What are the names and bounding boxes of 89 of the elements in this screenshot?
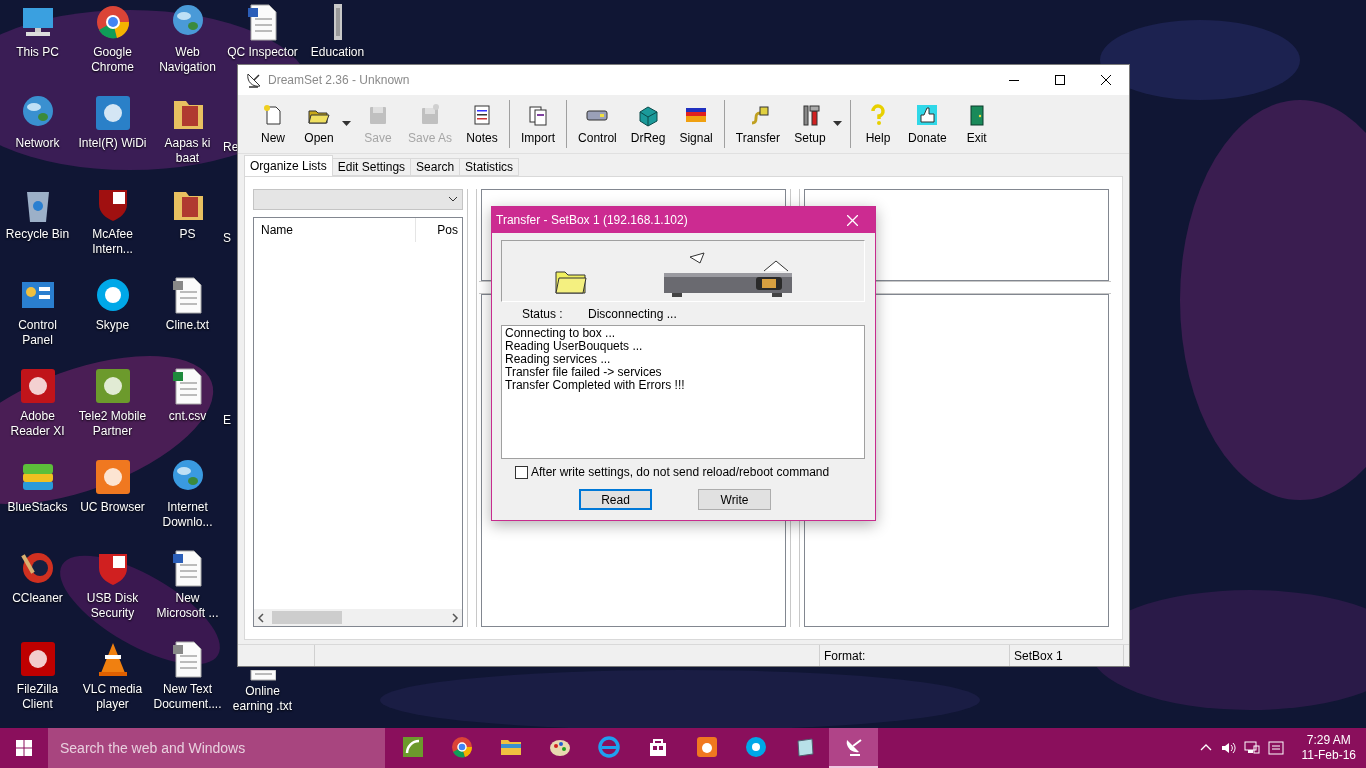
tab[interactable]: Search (410, 158, 461, 176)
icon-label: Network (14, 136, 61, 151)
dialog-title: Transfer - SetBox 1 (192.168.1.102) (496, 213, 689, 227)
toolbar-button[interactable]: DrReg (623, 99, 673, 149)
tab[interactable]: Organize Lists (244, 155, 333, 176)
log-line: Reading UserBouquets ... (505, 340, 644, 353)
icon-label: Aapas ki baat (163, 136, 212, 166)
log-line: Connecting to box ... (505, 327, 617, 340)
close-icon (846, 214, 858, 226)
toolbar-button[interactable]: Setup (787, 99, 833, 149)
status-value: Disconnecting ... (588, 307, 677, 323)
clock-date[interactable]: 11-Feb-16 (1301, 748, 1356, 763)
icon-label: USB Disk Security (85, 591, 140, 621)
icon-label: This PC (15, 45, 60, 60)
volume-button[interactable] (1219, 740, 1236, 756)
app-icon[interactable] (743, 735, 768, 759)
document-icon[interactable] (249, 670, 276, 681)
checkbox[interactable] (515, 465, 528, 479)
tab[interactable]: Edit Settings (331, 158, 412, 176)
checkbox-label: After write settings, do not send reload/reboot command (531, 465, 830, 479)
icon-label: Re (223, 140, 239, 155)
icon-label: Online earning .txt (231, 684, 294, 714)
caret-icon[interactable] (342, 121, 351, 127)
dialog-button[interactable]: Read (579, 489, 652, 510)
dialog-button[interactable]: Write (698, 489, 771, 510)
icon-label: Recycle Bin (4, 227, 71, 242)
maximize-icon (1055, 75, 1065, 85)
column-header[interactable]: Pos (416, 218, 462, 242)
app-icon[interactable] (400, 735, 425, 759)
icon-label: Intel(R) WiDi (77, 136, 148, 151)
log-line: Reading services ... (505, 353, 611, 366)
status-text: SetBox 1 (1014, 648, 1063, 663)
chevron-down-icon (448, 196, 458, 203)
toolbar-button[interactable]: Open (296, 99, 342, 149)
icon-label: VLC media player (81, 682, 144, 712)
icon-label: UC Browser (79, 500, 146, 515)
status-label: Status : (522, 307, 564, 323)
clock-time[interactable]: 7:29 AM (1306, 733, 1351, 748)
icon-label: CCleaner (11, 591, 64, 606)
icon-label: Adobe Reader XI (9, 409, 66, 439)
icon-label: FileZilla Client (15, 682, 60, 712)
toolbar-button[interactable]: New (250, 99, 296, 149)
icon-label: Cline.txt (164, 318, 211, 333)
tab[interactable]: Statistics (459, 158, 520, 176)
icon-label: Skype (94, 318, 131, 333)
close-icon (1101, 75, 1111, 85)
icon-label: PS (178, 227, 197, 242)
toolbar-button[interactable]: Donate (901, 99, 954, 149)
app-icon[interactable] (694, 735, 719, 759)
icon-label: New Text Document.... (152, 682, 223, 712)
message-icon (1267, 740, 1284, 756)
notifications-button[interactable] (1267, 740, 1284, 756)
icon-label: BlueStacks (6, 500, 69, 515)
log-line: Transfer file failed -> services (505, 366, 663, 379)
caret-icon[interactable] (833, 121, 842, 127)
icon-label: New Microsoft ... (155, 591, 220, 621)
toolbar-button[interactable]: Notes (459, 99, 506, 149)
speaker-icon (1219, 740, 1236, 756)
toolbar-button[interactable]: Exit (953, 99, 1000, 149)
network-icon (1243, 740, 1260, 756)
icon-label: S (223, 231, 231, 246)
icon-label: Education (309, 45, 366, 60)
window-title: DreamSet 2.36 - Unknown (268, 73, 411, 87)
search-field[interactable]: Search the web and Windows (48, 728, 385, 768)
icon-label: QC Inspector (226, 45, 299, 60)
network-button[interactable] (1243, 740, 1260, 756)
log-line: Transfer Completed with Errors !!! (505, 379, 686, 392)
toolbar-button[interactable]: Import (514, 99, 563, 149)
thumbs-up-icon (915, 103, 940, 127)
toolbar-button[interactable]: Transfer (728, 99, 787, 149)
icon-label: Google Chrome (90, 45, 135, 75)
status-text: Format: (824, 648, 866, 663)
icon-label: cnt.csv (167, 409, 208, 424)
icon-label: E (223, 413, 231, 428)
satellite-dish-icon (246, 72, 262, 88)
icon-label: Control Panel (17, 318, 58, 348)
toolbar-button[interactable]: Control (571, 99, 624, 149)
column-header[interactable]: Name (254, 218, 416, 242)
browser-icon[interactable] (449, 735, 474, 759)
taskbar-app[interactable] (829, 728, 878, 768)
icon-label: McAfee Intern... (91, 227, 134, 257)
icon-label: Web Navigation (158, 45, 217, 75)
icon-label: Internet Downlo... (161, 500, 214, 530)
toolbar-button[interactable]: Help (855, 99, 901, 149)
windows-icon (16, 740, 32, 756)
toolbar-button[interactable]: Signal (672, 99, 720, 149)
scroll-thumb[interactable] (272, 611, 342, 624)
horizontal-scrollbar[interactable] (254, 609, 462, 626)
icon-label: Tele2 Mobile Partner (77, 409, 148, 439)
